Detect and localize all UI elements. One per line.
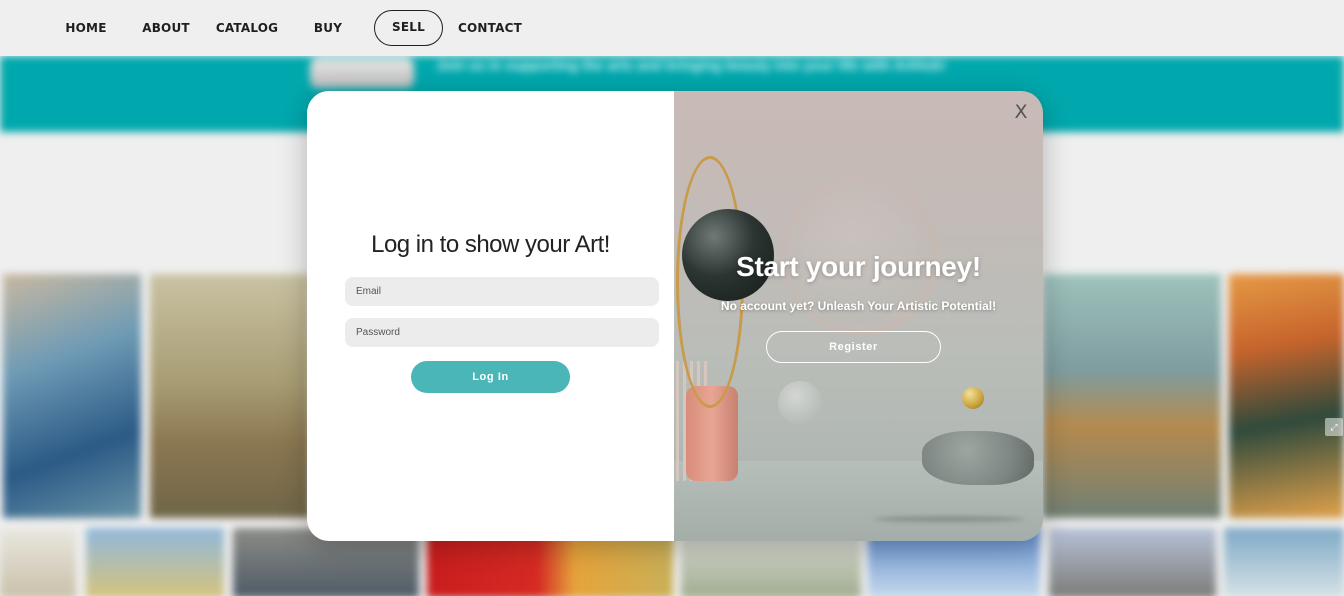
close-button[interactable]: X — [1010, 101, 1032, 123]
login-button[interactable]: Log In — [411, 361, 570, 393]
nav-about-link[interactable]: ABOUT — [140, 10, 192, 46]
register-subtitle: No account yet? Unleash Your Artistic Po… — [720, 299, 997, 313]
nav-contact-link[interactable]: CONTACT — [458, 10, 522, 46]
password-field[interactable] — [345, 318, 659, 347]
gallery-artwork[interactable] — [1224, 528, 1344, 596]
gallery-artwork[interactable] — [3, 274, 141, 518]
nav-sell-link[interactable]: SELL — [374, 10, 443, 46]
nav-buy-link[interactable]: BUY — [310, 10, 346, 46]
login-title: Log in to show your Art! — [371, 231, 610, 258]
register-panel: X Start your journey! No account yet? Un… — [674, 91, 1043, 541]
gallery-artwork[interactable] — [0, 528, 76, 596]
register-title: Start your journey! — [736, 251, 981, 282]
nav-catalog-link[interactable]: CATALOG — [214, 10, 280, 46]
expand-icon[interactable]: ⤢ — [1325, 418, 1343, 436]
top-navbar: HOME ABOUT CATALOG BUY SELL CONTACT — [0, 0, 1344, 56]
login-panel: Log in to show your Art! Log In — [307, 91, 674, 541]
gallery-artwork[interactable] — [1043, 274, 1221, 518]
gallery-artwork[interactable] — [86, 528, 224, 596]
auth-modal: Log in to show your Art! Log In X Start … — [307, 91, 1043, 541]
email-field[interactable] — [345, 277, 659, 306]
gold-ball-illustration — [962, 387, 984, 409]
register-button[interactable]: Register — [766, 331, 941, 363]
banner-text: Join us in supporting the arts and bring… — [436, 57, 946, 73]
gallery-artwork[interactable] — [1229, 274, 1344, 518]
gallery-artwork[interactable] — [1049, 528, 1216, 596]
nav-home-link[interactable]: HOME — [60, 10, 112, 46]
gallery-artwork[interactable] — [150, 274, 310, 518]
banner-image — [310, 58, 414, 88]
stone-illustration — [922, 431, 1034, 485]
